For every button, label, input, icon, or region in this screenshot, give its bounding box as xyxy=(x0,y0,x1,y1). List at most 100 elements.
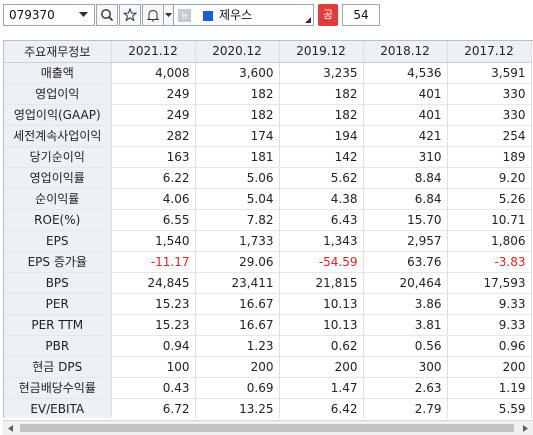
row-label: 현금배당수익률 xyxy=(4,377,112,399)
company-name: 제우스 xyxy=(219,8,253,22)
financial-table: 주요재무정보 2021.12 2020.12 2019.12 2018.12 2… xyxy=(4,41,532,418)
table-cell: 0.69 xyxy=(195,377,280,399)
table-cell: 401 xyxy=(363,104,448,126)
table-header-row: 주요재무정보 2021.12 2020.12 2019.12 2018.12 2… xyxy=(4,41,532,63)
disclosure-button[interactable]: 공 xyxy=(318,4,338,26)
table-cell: -3.83 xyxy=(447,251,532,273)
row-label: 세전계속사업이익 xyxy=(4,125,112,147)
table-cell: 1,806 xyxy=(447,230,532,252)
row-label: 순이익률 xyxy=(4,188,112,210)
table-cell: 6.22 xyxy=(111,167,196,189)
table-cell: 15.70 xyxy=(363,209,448,231)
table-cell: 100 xyxy=(111,356,196,378)
table-cell: 9.33 xyxy=(447,293,532,315)
table-cell: 1.23 xyxy=(195,335,280,357)
alert-button[interactable] xyxy=(142,4,164,26)
table-cell: 1,540 xyxy=(111,230,196,252)
row-label: BPS xyxy=(4,272,112,294)
table-cell: 6.72 xyxy=(111,398,196,418)
toolbar: 079370 뉴 제우스 공 54 xyxy=(0,0,533,32)
row-label: 매출액 xyxy=(4,62,112,84)
table-cell: 0.43 xyxy=(111,377,196,399)
table-cell: 1,733 xyxy=(195,230,280,252)
table-cell: 182 xyxy=(195,83,280,105)
table-cell: 200 xyxy=(447,356,532,378)
favorite-button[interactable] xyxy=(119,4,141,26)
table-cell: 16.67 xyxy=(195,293,280,315)
table-row: 순이익률 4.06 5.04 4.38 6.84 5.26 xyxy=(4,188,532,210)
count-button[interactable]: 54 xyxy=(342,4,380,26)
table-cell: 2.79 xyxy=(363,398,448,418)
table-cell: 2.63 xyxy=(363,377,448,399)
market-marker-icon xyxy=(203,11,213,21)
table-cell: 194 xyxy=(279,125,364,147)
table-cell: 1.19 xyxy=(447,377,532,399)
table-cell: 6.43 xyxy=(279,209,364,231)
table-cell: 4.38 xyxy=(279,188,364,210)
table-cell: 0.94 xyxy=(111,335,196,357)
row-label: PER xyxy=(4,293,112,315)
table-cell: 4,008 xyxy=(111,62,196,84)
table-cell: 6.84 xyxy=(363,188,448,210)
table-cell: 10.13 xyxy=(279,293,364,315)
stock-code-dropdown[interactable] xyxy=(73,4,93,26)
column-header[interactable]: 2021.12 xyxy=(111,41,196,63)
column-header[interactable]: 2018.12 xyxy=(363,41,448,63)
table-cell: 6.42 xyxy=(279,398,364,418)
scroll-right-button[interactable] xyxy=(518,421,533,435)
table-row: 영업이익률 6.22 5.06 5.62 8.84 9.20 xyxy=(4,167,532,189)
table-row: PBR 0.94 1.23 0.62 0.56 0.96 xyxy=(4,335,532,357)
table-row: ROE(%) 6.55 7.82 6.43 15.70 10.71 xyxy=(4,209,532,231)
table-row: PER TTM 15.23 16.67 10.13 3.81 9.33 xyxy=(4,314,532,336)
column-header[interactable]: 2019.12 xyxy=(279,41,364,63)
row-label: 당기순이익 xyxy=(4,146,112,168)
row-label: 현금 DPS xyxy=(4,356,112,378)
table-cell: 181 xyxy=(195,146,280,168)
company-name-field[interactable]: 뉴 제우스 xyxy=(173,4,314,26)
scroll-thumb[interactable] xyxy=(20,424,514,432)
table-cell: 17,593 xyxy=(447,272,532,294)
table-row: EV/EBITA 6.72 13.25 6.42 2.79 5.59 xyxy=(4,398,532,418)
table-cell: 16.67 xyxy=(195,314,280,336)
table-row: PER 15.23 16.67 10.13 3.86 9.33 xyxy=(4,293,532,315)
table-cell: 8.84 xyxy=(363,167,448,189)
table-cell: 7.82 xyxy=(195,209,280,231)
row-label: 영업이익(GAAP) xyxy=(4,104,112,126)
table-row: BPS 24,845 23,411 21,815 20,464 17,593 xyxy=(4,272,532,294)
stock-code-value: 079370 xyxy=(9,8,55,22)
scroll-left-button[interactable] xyxy=(3,421,18,435)
table-cell: 9.20 xyxy=(447,167,532,189)
horizontal-scrollbar[interactable] xyxy=(3,420,533,435)
table-cell: 4,536 xyxy=(363,62,448,84)
column-header[interactable]: 2020.12 xyxy=(195,41,280,63)
table-cell: 10.71 xyxy=(447,209,532,231)
table-cell: 29.06 xyxy=(195,251,280,273)
table-row: 매출액 4,008 3,600 3,235 4,536 3,591 xyxy=(4,62,532,84)
table-cell: 0.96 xyxy=(447,335,532,357)
table-cell: 254 xyxy=(447,125,532,147)
table-cell: -54.59 xyxy=(279,251,364,273)
table-cell: 0.62 xyxy=(279,335,364,357)
table-row: 당기순이익 163 181 142 310 189 xyxy=(4,146,532,168)
table-cell: 249 xyxy=(111,83,196,105)
table-cell: 200 xyxy=(279,356,364,378)
table-cell: 5.26 xyxy=(447,188,532,210)
table-cell: 182 xyxy=(279,83,364,105)
table-cell: 3,235 xyxy=(279,62,364,84)
table-cell: 3,591 xyxy=(447,62,532,84)
search-button[interactable] xyxy=(96,4,118,26)
column-header[interactable]: 2017.12 xyxy=(447,41,532,63)
row-label: EPS 증가율 xyxy=(4,251,112,273)
table-cell: 310 xyxy=(363,146,448,168)
table-cell: 189 xyxy=(447,146,532,168)
row-label: 영업이익률 xyxy=(4,167,112,189)
table-cell: 401 xyxy=(363,83,448,105)
table-cell: 20,464 xyxy=(363,272,448,294)
table-row: EPS 1,540 1,733 1,343 2,957 1,806 xyxy=(4,230,532,252)
row-label: EV/EBITA xyxy=(4,398,112,418)
table-cell: 282 xyxy=(111,125,196,147)
table-cell: 9.33 xyxy=(447,314,532,336)
table-cell: 0.56 xyxy=(363,335,448,357)
table-cell: 21,815 xyxy=(279,272,364,294)
table-cell: -11.17 xyxy=(111,251,196,273)
